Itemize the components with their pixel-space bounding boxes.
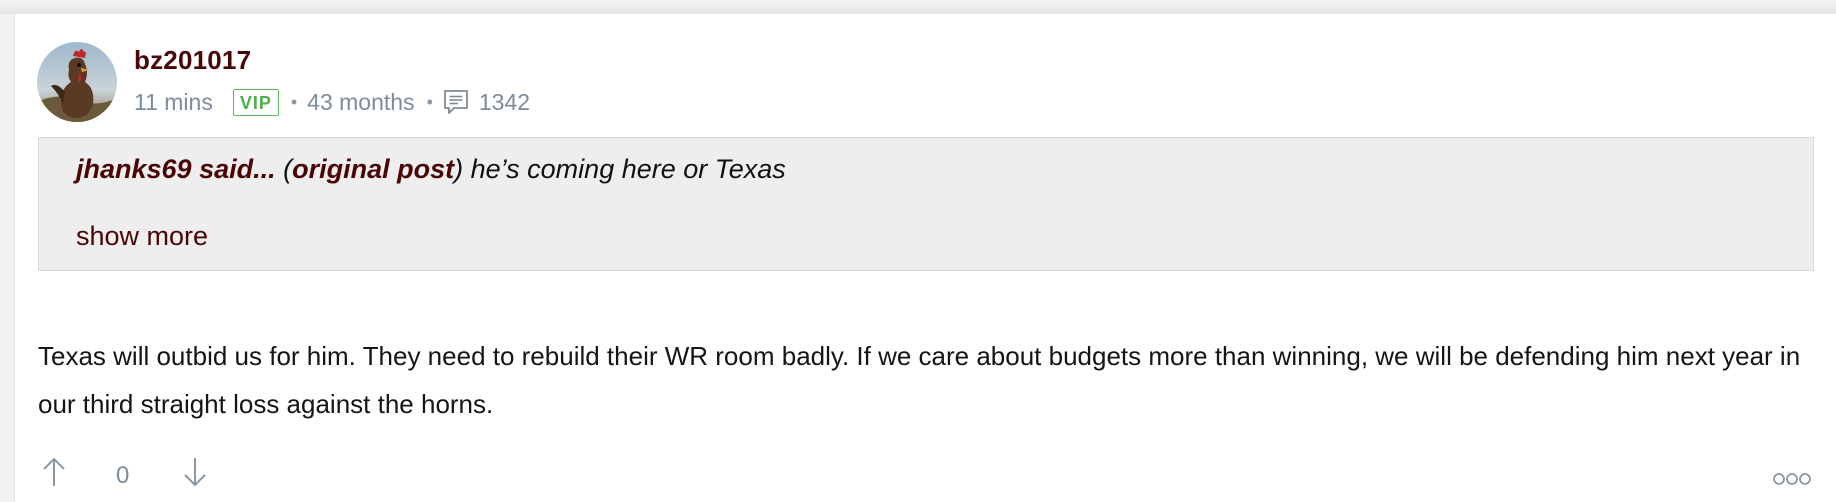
membership-duration: 43 months [307, 88, 415, 115]
comment-count-icon [443, 89, 469, 115]
vip-badge: VIP [232, 88, 279, 116]
quote-line: jhanks69 said... (original post) he’s co… [76, 154, 786, 185]
more-options-button[interactable] [1772, 469, 1812, 489]
post-meta: 11 mins VIP • 43 months • 1342 [134, 86, 530, 118]
username[interactable]: bz201017 [134, 45, 251, 76]
downvote-button[interactable] [180, 454, 210, 490]
separator-dot: • [426, 91, 433, 112]
upvote-button[interactable] [39, 454, 69, 490]
ellipsis-icon [1773, 473, 1811, 485]
top-shadow [0, 0, 1836, 14]
arrow-up-icon [43, 457, 65, 486]
original-post-link[interactable]: original post [292, 154, 454, 184]
rooster-avatar-icon [37, 42, 117, 122]
separator-dot: • [290, 91, 298, 112]
post-count: 1342 [478, 88, 531, 115]
quote-link-open: ( [283, 154, 293, 184]
quoted-post: jhanks69 said... (original post) he’s co… [38, 137, 1814, 271]
quote-link-close: ) [454, 154, 464, 184]
vote-count: 0 [116, 462, 130, 489]
quote-text: he’s coming here or Texas [463, 154, 786, 184]
avatar[interactable] [37, 42, 117, 122]
comment-body: Texas will outbid us for him. They need … [38, 341, 1801, 419]
timestamp: 11 mins [134, 88, 213, 115]
quote-author[interactable]: jhanks69 said... [76, 154, 276, 184]
show-more-button[interactable]: show more [76, 221, 208, 252]
comment-card: bz201017 11 mins VIP • 43 months • 1342 … [14, 14, 1836, 502]
arrow-down-icon [184, 458, 206, 487]
